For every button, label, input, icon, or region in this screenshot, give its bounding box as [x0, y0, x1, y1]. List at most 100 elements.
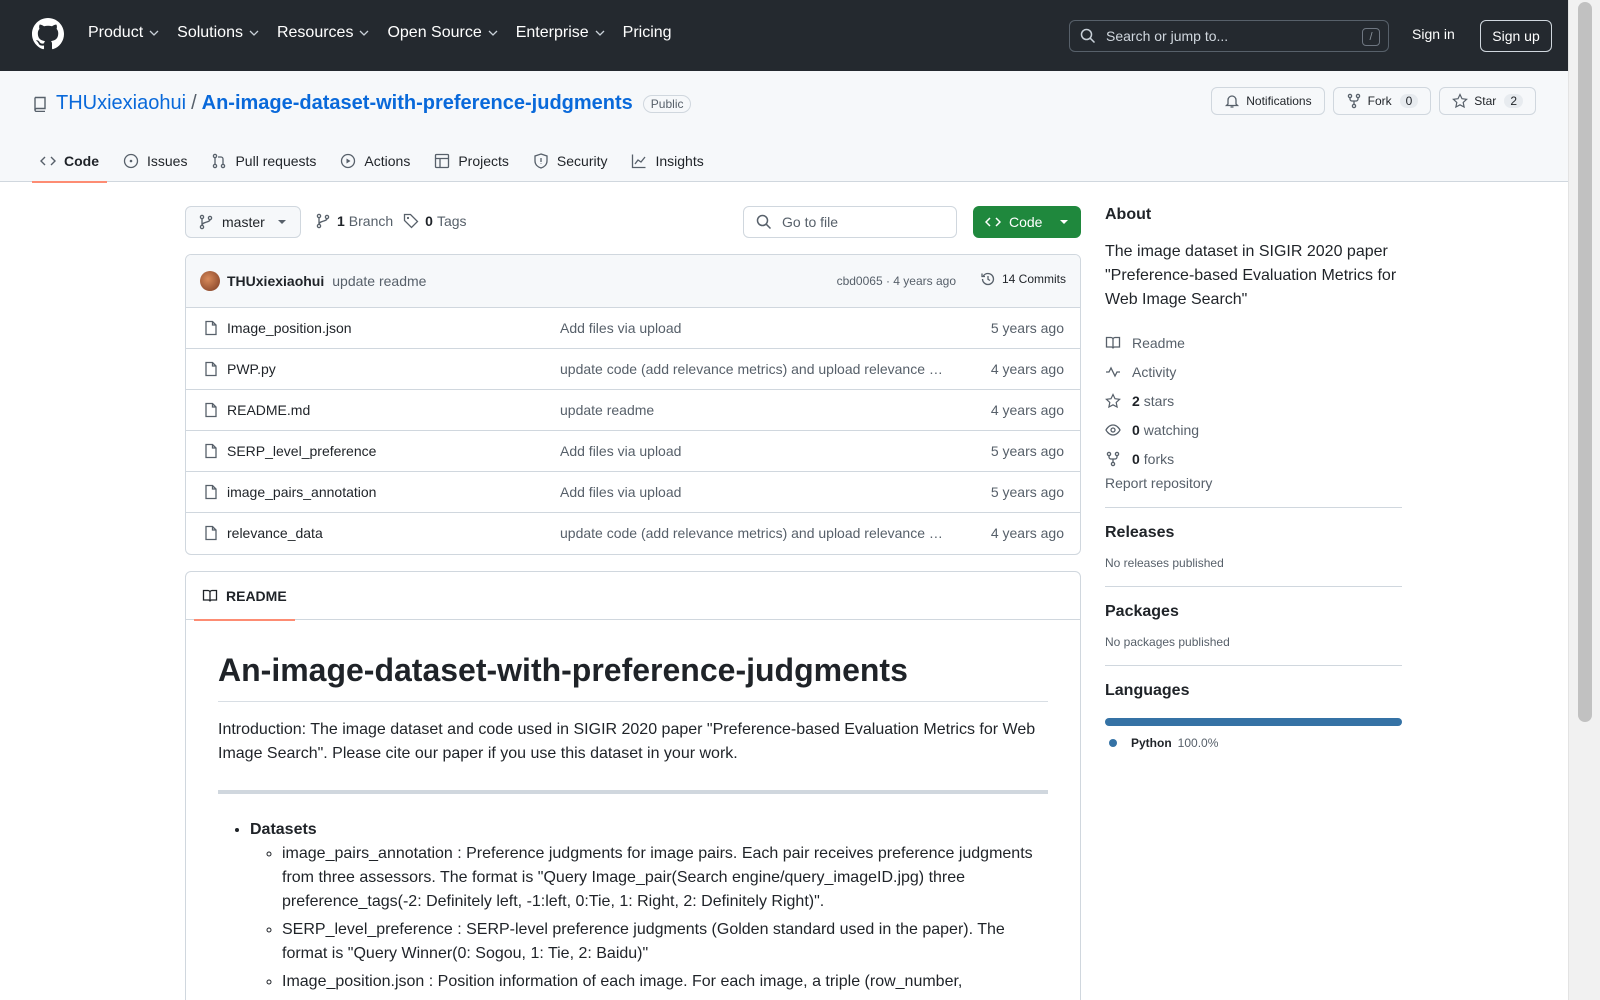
- github-logo-icon[interactable]: [32, 18, 64, 50]
- file-name[interactable]: image_pairs_annotation: [227, 484, 376, 500]
- readme-intro: Introduction: The image dataset and code…: [218, 721, 1036, 762]
- repo-owner-link[interactable]: THUxiexiaohui: [56, 92, 186, 115]
- table-icon: [435, 153, 450, 168]
- commit-meta[interactable]: cbd0065 · 4 years ago: [837, 274, 956, 288]
- tab-pull-requests[interactable]: Pull requests: [203, 139, 324, 182]
- stars-link[interactable]: 2 stars: [1105, 386, 1402, 415]
- search-placeholder: Search or jump to...: [1106, 28, 1229, 44]
- file-name[interactable]: relevance_data: [227, 525, 323, 541]
- watching-count: 0: [1132, 421, 1140, 438]
- watching-link[interactable]: 0 watching: [1105, 415, 1402, 444]
- go-to-file-input[interactable]: Go to file: [743, 206, 957, 238]
- file-name[interactable]: SERP_level_preference: [227, 443, 376, 459]
- tab-issues-label: Issues: [147, 152, 188, 169]
- caret-down-icon: [1060, 220, 1068, 224]
- top-nav: Product Solutions Resources Open Source …: [88, 24, 690, 42]
- branch-count-label[interactable]: Branch: [349, 213, 393, 229]
- branch-tag-counts: 1 Branch 0 Tags: [315, 213, 467, 229]
- pulse-icon: [1106, 366, 1120, 377]
- tab-actions[interactable]: Actions: [332, 139, 418, 182]
- repo-name-link[interactable]: An-image-dataset-with-preference-judgmen…: [202, 92, 633, 115]
- readme-link-label: Readme: [1132, 334, 1185, 351]
- table-row: image_pairs_annotation Add files via upl…: [186, 472, 1080, 513]
- commits-link[interactable]: 14 Commits: [980, 271, 1066, 287]
- file-name[interactable]: Image_position.json: [227, 320, 352, 336]
- code-dropdown-button[interactable]: Code: [973, 206, 1081, 238]
- language-item[interactable]: Python 100.0%: [1105, 736, 1402, 750]
- file-commit-message[interactable]: Add files via upload: [560, 484, 945, 500]
- notifications-button[interactable]: Notifications: [1211, 87, 1325, 115]
- fork-icon: [1106, 451, 1120, 466]
- tab-security[interactable]: Security: [525, 139, 616, 182]
- commit-author[interactable]: THUxiexiaohui: [227, 273, 324, 289]
- releases-title[interactable]: Releases: [1105, 524, 1402, 542]
- nav-solutions[interactable]: Solutions: [177, 24, 259, 42]
- branch-icon: [199, 214, 213, 230]
- forks-label: forks: [1143, 450, 1175, 467]
- tab-code[interactable]: Code: [32, 139, 107, 183]
- nav-pricing[interactable]: Pricing: [623, 24, 672, 42]
- repo-sidebar: About The image dataset in SIGIR 2020 pa…: [1105, 206, 1402, 750]
- file-browser: THUxiexiaohui update readme cbd0065 · 4 …: [185, 254, 1081, 555]
- file-commit-message[interactable]: Add files via upload: [560, 443, 945, 459]
- tab-projects[interactable]: Projects: [426, 139, 517, 182]
- issue-icon: [123, 153, 139, 168]
- forks-link[interactable]: 0 forks: [1105, 444, 1402, 473]
- branch-selector-button[interactable]: master: [185, 206, 301, 238]
- nav-solutions-label: Solutions: [177, 24, 243, 41]
- search-icon: [1080, 28, 1096, 44]
- tag-count-label[interactable]: Tags: [437, 213, 467, 229]
- sign-up-button[interactable]: Sign up: [1480, 20, 1552, 52]
- search-icon: [756, 214, 772, 230]
- go-to-file-placeholder: Go to file: [782, 214, 839, 230]
- activity-link[interactable]: Activity: [1105, 357, 1402, 386]
- report-repository-link[interactable]: Report repository: [1105, 475, 1402, 491]
- tab-insights[interactable]: Insights: [623, 139, 711, 182]
- star-label: Star: [1474, 94, 1497, 108]
- fork-icon: [1347, 93, 1360, 109]
- chevron-down-icon: [488, 30, 498, 36]
- file-commit-message[interactable]: update code (add relevance metrics) and …: [560, 361, 945, 377]
- notifications-label: Notifications: [1246, 94, 1312, 108]
- file-age: 5 years ago: [990, 320, 1064, 336]
- page-scrollbar[interactable]: [1568, 0, 1600, 1000]
- readme-section-title: Datasets: [250, 821, 317, 838]
- readme-link[interactable]: Readme: [1105, 328, 1402, 357]
- file-commit-message[interactable]: update readme: [560, 402, 945, 418]
- nav-open-source[interactable]: Open Source: [387, 24, 498, 42]
- branch-name: master: [222, 214, 265, 230]
- file-commit-message[interactable]: update code (add relevance metrics) and …: [560, 525, 945, 541]
- readme-tab[interactable]: README: [194, 572, 295, 621]
- file-name[interactable]: PWP.py: [227, 361, 276, 377]
- fork-label: Fork: [1367, 94, 1392, 108]
- packages-title[interactable]: Packages: [1105, 603, 1402, 621]
- nav-resources-label: Resources: [276, 24, 354, 41]
- divider: [1105, 507, 1402, 508]
- readme-body: An-image-dataset-with-preference-judgmen…: [186, 652, 1080, 994]
- file-icon: [205, 443, 217, 459]
- history-icon: [981, 272, 995, 286]
- tab-pull-requests-label: Pull requests: [235, 152, 317, 169]
- file-name[interactable]: README.md: [227, 402, 310, 418]
- fork-button[interactable]: Fork 0: [1332, 87, 1432, 115]
- global-search-input[interactable]: Search or jump to... /: [1069, 20, 1389, 52]
- nav-resources[interactable]: Resources: [277, 24, 369, 42]
- tag-count[interactable]: 0: [425, 213, 433, 229]
- nav-product[interactable]: Product: [88, 24, 159, 42]
- commit-message[interactable]: update readme: [332, 273, 426, 289]
- sign-in-link[interactable]: Sign in: [1412, 26, 1455, 42]
- scrollbar-thumb[interactable]: [1578, 2, 1592, 722]
- file-commit-message[interactable]: Add files via upload: [560, 320, 945, 336]
- list-item: Image_position.json : Position informati…: [282, 970, 1048, 994]
- code-button-label: Code: [1009, 214, 1043, 230]
- branch-count[interactable]: 1: [337, 213, 345, 229]
- repo-header: THUxiexiaohui / An-image-dataset-with-pr…: [0, 71, 1568, 183]
- nav-enterprise[interactable]: Enterprise: [516, 24, 605, 42]
- readme-list: Datasets image_pairs_annotation : Prefer…: [250, 818, 1048, 994]
- tab-issues[interactable]: Issues: [115, 139, 195, 182]
- avatar[interactable]: [200, 271, 220, 291]
- watching-label: watching: [1143, 421, 1200, 438]
- packages-note: No packages published: [1105, 635, 1230, 649]
- star-button[interactable]: Star 2: [1439, 87, 1536, 115]
- nav-product-label: Product: [88, 24, 144, 41]
